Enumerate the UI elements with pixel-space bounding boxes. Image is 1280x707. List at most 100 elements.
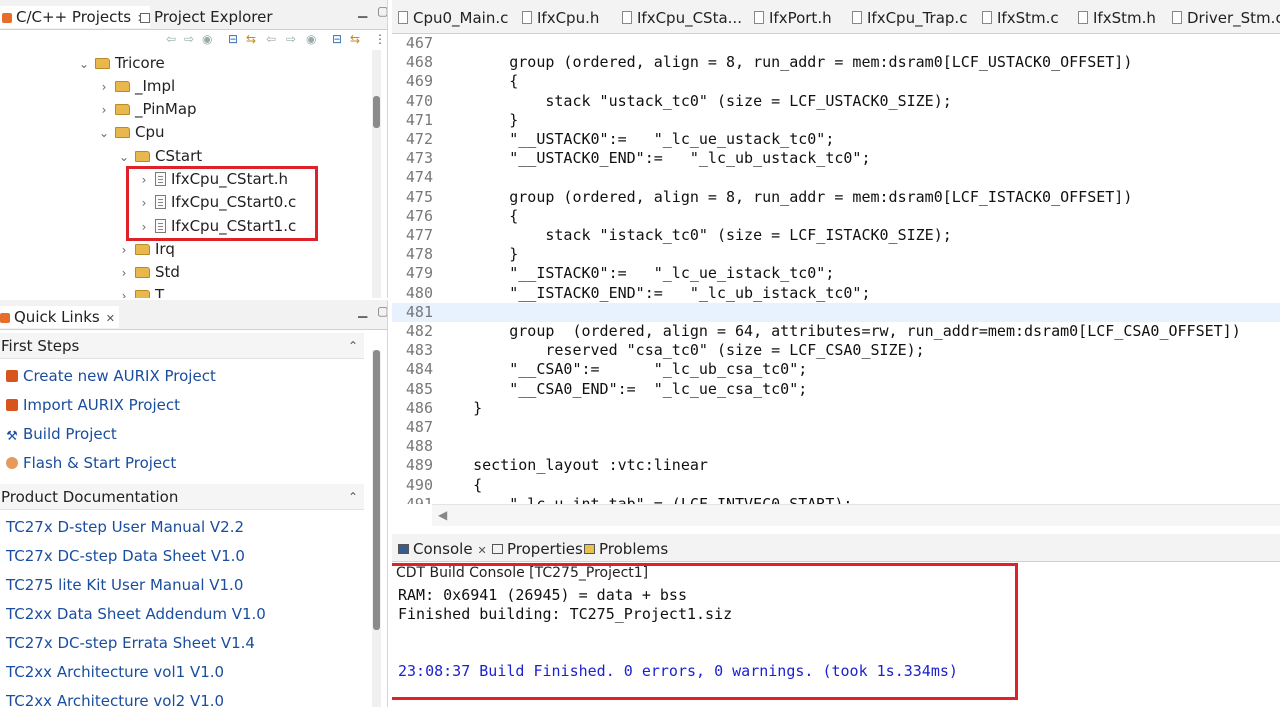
editor-tab[interactable]: IfxPort.h xyxy=(754,9,832,27)
folder-icon xyxy=(135,267,150,278)
doc-link[interactable]: TC27x DC-step Errata Sheet V1.4 xyxy=(6,632,255,654)
editor-tab[interactable]: Driver_Stm.c xyxy=(1172,9,1280,27)
link-build-project[interactable]: ⚒ Build Project xyxy=(6,423,117,445)
forward-icon[interactable]: ⇨ xyxy=(184,32,194,46)
collapse-icon[interactable]: ⌃ xyxy=(348,484,358,510)
tab-properties[interactable]: Properties xyxy=(492,540,583,558)
tree-node-cstart[interactable]: ⌄ CStart xyxy=(116,145,202,168)
tree-node-tricore[interactable]: ⌄ Tricore xyxy=(76,52,165,75)
code-text: "__ISTACK0_END":= "_lc_ub_istack_tc0"; xyxy=(437,283,871,302)
tree-node-irq[interactable]: › Irq xyxy=(116,238,175,261)
maximize-icon[interactable]: ▢ xyxy=(377,4,387,18)
tab-label: Problems xyxy=(599,540,669,558)
collapse-all-icon[interactable]: ⊟ xyxy=(228,32,238,46)
code-text: "__USTACK0_END":= "_lc_ub_ustack_tc0"; xyxy=(437,149,871,168)
editor-tab[interactable]: IfxCpu_CSta... xyxy=(622,9,742,27)
back-icon[interactable]: ⇦ xyxy=(166,32,176,46)
code-line: 488 xyxy=(392,437,1280,456)
close-icon[interactable]: ✕ xyxy=(478,544,487,557)
minimize-icon[interactable]: ▁ xyxy=(358,304,367,318)
link-create-project[interactable]: Create new AURIX Project xyxy=(6,365,216,387)
folder-icon xyxy=(135,244,150,255)
folder-open-icon xyxy=(95,58,110,69)
collapse-all-icon[interactable]: ⊟ xyxy=(332,32,342,46)
tree-node-pinmap[interactable]: › _PinMap xyxy=(96,98,197,121)
home-icon[interactable]: ◉ xyxy=(202,32,212,46)
link-import-project[interactable]: Import AURIX Project xyxy=(6,394,180,416)
code-line: 480 "__ISTACK0_END":= "_lc_ub_istack_tc0… xyxy=(392,284,1280,303)
collapse-icon[interactable]: ⌃ xyxy=(348,333,358,359)
code-text: group (ordered, align = 8, run_addr = me… xyxy=(437,187,1133,206)
tree-scrollbar[interactable] xyxy=(372,50,381,298)
chevron-right-icon[interactable]: › xyxy=(116,285,132,298)
close-icon[interactable]: ✕ xyxy=(106,312,115,325)
code-line: 471 } xyxy=(392,111,1280,130)
home-icon[interactable]: ◉ xyxy=(306,32,316,46)
chevron-right-icon[interactable]: › xyxy=(116,262,132,285)
doc-link[interactable]: TC27x DC-step Data Sheet V1.0 xyxy=(6,545,245,567)
view-controls: ▁ ▢ xyxy=(348,304,387,318)
link-editor-icon[interactable]: ⇆ xyxy=(350,32,360,46)
scrollbar-thumb[interactable] xyxy=(373,96,380,128)
line-number: 484 xyxy=(405,360,433,379)
code-text: stack "ustack_tc0" (size = LCF_USTACK0_S… xyxy=(437,91,952,110)
section-title: Product Documentation xyxy=(1,488,179,506)
minimize-icon[interactable]: ▁ xyxy=(358,4,367,18)
doc-link[interactable]: TC2xx Data Sheet Addendum V1.0 xyxy=(6,603,266,625)
scrollbar-thumb[interactable] xyxy=(373,350,380,630)
editor-tab[interactable]: IfxStm.h xyxy=(1078,9,1156,27)
line-number: 477 xyxy=(405,226,433,244)
doc-link[interactable]: TC27x D-step User Manual V2.2 xyxy=(6,516,244,538)
code-line: 468 group (ordered, align = 8, run_addr … xyxy=(392,53,1280,72)
line-number: 478 xyxy=(405,245,433,264)
quick-links-scrollbar[interactable] xyxy=(372,350,381,707)
forward-icon[interactable]: ⇨ xyxy=(286,32,296,46)
tree-node-std[interactable]: › Std xyxy=(116,261,180,284)
tab-problems[interactable]: Problems xyxy=(584,540,668,558)
c-file-icon xyxy=(982,11,992,24)
chevron-right-icon[interactable]: › xyxy=(116,239,132,262)
chevron-down-icon[interactable]: ⌄ xyxy=(96,122,112,145)
chevron-right-icon[interactable]: › xyxy=(96,76,112,99)
tree-node-cpu[interactable]: ⌄ Cpu xyxy=(96,121,165,144)
link-flash-start[interactable]: Flash & Start Project xyxy=(6,452,176,474)
chevron-down-icon[interactable]: ⌄ xyxy=(76,53,92,76)
maximize-icon[interactable]: ▢ xyxy=(377,304,387,318)
scroll-left-icon[interactable]: ◀ xyxy=(438,508,447,522)
code-line: 472 "__USTACK0":= "_lc_ue_ustack_tc0"; xyxy=(392,130,1280,149)
link-label: Flash & Start Project xyxy=(23,454,177,472)
editor-tab-label: IfxPort.h xyxy=(769,9,832,27)
link-editor-icon[interactable]: ⇆ xyxy=(246,32,256,46)
code-line: 477 stack "istack_tc0" (size = LCF_ISTAC… xyxy=(392,226,1280,245)
tab-quick-links[interactable]: Quick Links ✕ xyxy=(0,306,119,328)
link-label: Build Project xyxy=(23,425,117,443)
code-line: 475 group (ordered, align = 8, run_addr … xyxy=(392,188,1280,207)
code-line: 485 "__CSA0_END":= "_lc_ue_csa_tc0"; xyxy=(392,380,1280,399)
back-icon[interactable]: ⇦ xyxy=(266,32,276,46)
c-file-icon xyxy=(398,11,408,24)
doc-link[interactable]: TC275 lite Kit User Manual V1.0 xyxy=(6,574,243,596)
tab-cpp-projects[interactable]: C/C++ Projects✕ xyxy=(0,6,151,28)
section-title: First Steps xyxy=(1,337,80,355)
editor-tab[interactable]: IfxCpu.h xyxy=(522,9,599,27)
tree-node-partial[interactable]: › T xyxy=(116,284,164,298)
doc-link[interactable]: TC2xx Architecture vol2 V1.0 xyxy=(6,690,224,707)
line-number: 480 xyxy=(405,283,433,302)
tab-console[interactable]: Console ✕ xyxy=(398,540,487,558)
line-number: 476 xyxy=(405,206,433,225)
view-menu-icon[interactable]: ⋮ xyxy=(374,32,386,46)
tab-project-explorer[interactable]: Project Explorer xyxy=(140,6,273,28)
section-first-steps[interactable]: First Steps ⌃ xyxy=(0,333,364,359)
editor-hscrollbar[interactable]: ◀ xyxy=(432,504,1280,526)
section-product-docs[interactable]: Product Documentation ⌃ xyxy=(0,484,364,510)
code-line-current: 481 xyxy=(392,302,1280,322)
tree-node-impl[interactable]: › _Impl xyxy=(96,75,176,99)
doc-link[interactable]: TC2xx Architecture vol1 V1.0 xyxy=(6,661,224,683)
chevron-right-icon[interactable]: › xyxy=(96,99,112,122)
editor-tab-label: Driver_Stm.c xyxy=(1187,9,1280,27)
h-file-icon xyxy=(754,11,764,24)
editor-tab[interactable]: Cpu0_Main.c xyxy=(398,9,508,27)
editor-tab[interactable]: IfxStm.c xyxy=(982,9,1059,27)
code-text-area[interactable]: 467 468 group (ordered, align = 8, run_ad… xyxy=(392,34,1280,504)
editor-tab[interactable]: IfxCpu_Trap.c xyxy=(852,9,967,27)
